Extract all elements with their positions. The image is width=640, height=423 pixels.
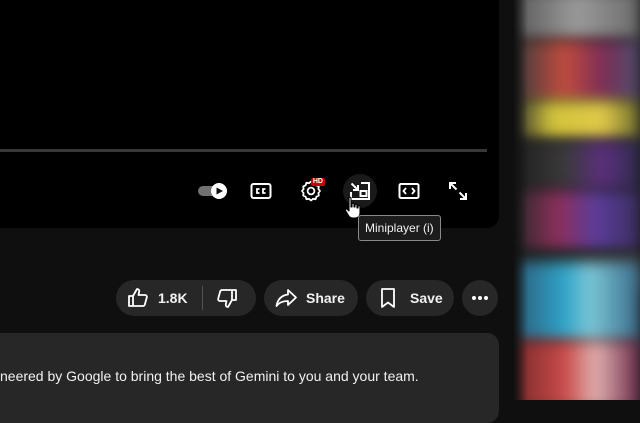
- related-video-thumbnail[interactable]: [514, 190, 640, 252]
- miniplayer-tooltip: Miniplayer (i): [358, 215, 441, 241]
- like-count: 1.8K: [158, 290, 188, 306]
- closed-captions-icon: [250, 183, 272, 199]
- subtitles-button[interactable]: [244, 174, 278, 208]
- fullscreen-button[interactable]: [441, 174, 475, 208]
- more-actions-button[interactable]: [462, 280, 498, 316]
- progress-bar[interactable]: [0, 149, 487, 152]
- hd-badge: HD: [310, 178, 325, 186]
- save-button[interactable]: Save: [366, 280, 454, 316]
- description-text: neered by Google to bring the best of Ge…: [0, 368, 419, 384]
- theater-mode-button[interactable]: [392, 174, 426, 208]
- sidebar-edge-shade: [514, 0, 528, 400]
- more-horizontal-icon: [472, 296, 488, 300]
- related-video-thumbnail[interactable]: [514, 40, 640, 102]
- related-videos-sidebar: [514, 0, 640, 400]
- related-video-thumbnail[interactable]: [514, 262, 640, 342]
- thumbs-up-icon: [128, 288, 148, 307]
- thumbs-down-icon: [216, 289, 237, 308]
- share-arrow-icon: [275, 289, 297, 307]
- related-video-thumbnail[interactable]: [514, 0, 640, 40]
- fullscreen-icon: [449, 182, 467, 200]
- like-dislike-group: 1.8K: [116, 280, 256, 316]
- autoplay-toggle-icon: [198, 183, 227, 199]
- related-video-thumbnail[interactable]: [514, 140, 640, 190]
- share-button[interactable]: Share: [264, 280, 358, 316]
- settings-button[interactable]: HD: [294, 174, 328, 208]
- video-player[interactable]: HD: [0, 0, 499, 228]
- bookmark-icon: [381, 288, 395, 308]
- related-video-thumbnail[interactable]: [514, 100, 640, 140]
- like-button[interactable]: 1.8K: [116, 280, 202, 316]
- dislike-button[interactable]: [203, 280, 251, 316]
- theater-mode-icon: [398, 183, 420, 199]
- autoplay-toggle[interactable]: [195, 174, 231, 208]
- related-video-thumbnail[interactable]: [514, 340, 640, 400]
- save-label: Save: [410, 290, 443, 306]
- share-label: Share: [306, 290, 345, 306]
